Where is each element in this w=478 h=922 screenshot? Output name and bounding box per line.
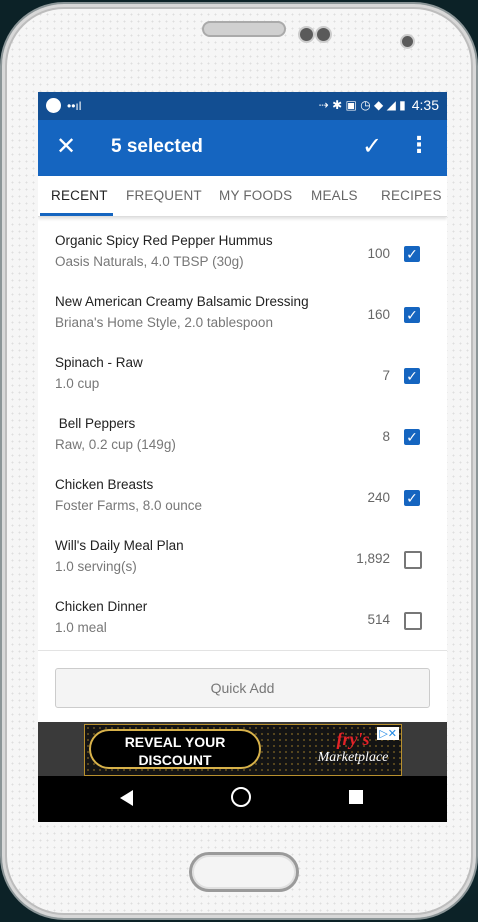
more-options-icon[interactable]: ⋮ xyxy=(408,132,430,158)
food-detail: 1.0 meal xyxy=(55,620,107,635)
food-name: New American Creamy Balsamic Dressing xyxy=(55,294,309,309)
food-name: Bell Peppers xyxy=(55,416,136,431)
food-row[interactable]: New American Creamy Balsamic Dressing Br… xyxy=(38,284,447,346)
food-row[interactable]: Bell Peppers Raw, 0.2 cup (149g) 8 ✓ xyxy=(38,406,447,468)
checkbox-unchecked[interactable] xyxy=(404,612,422,630)
food-detail: 1.0 serving(s) xyxy=(55,559,137,574)
checkbox-checked[interactable]: ✓ xyxy=(404,246,420,262)
tab-bar: RECENT FREQUENT MY FOODS MEALS RECIPES xyxy=(38,176,447,217)
signal-icon: ••ıl xyxy=(67,98,82,113)
food-row[interactable]: Organic Spicy Red Pepper Hummus Oasis Na… xyxy=(38,223,447,285)
food-row[interactable]: Chicken Breasts Foster Farms, 8.0 ounce … xyxy=(38,467,447,529)
food-calories: 240 xyxy=(367,490,390,505)
food-calories: 7 xyxy=(382,368,390,383)
food-name: Chicken Breasts xyxy=(55,477,154,492)
recent-apps-icon[interactable] xyxy=(349,790,363,804)
ad-banner-area: REVEAL YOUR DISCOUNT fry's Marketplace ▷… xyxy=(38,722,447,776)
food-row[interactable]: Chicken Dinner 1.0 meal 514 xyxy=(38,589,447,651)
checkbox-unchecked[interactable] xyxy=(404,551,422,569)
close-icon[interactable]: ✕ xyxy=(52,132,80,161)
food-detail: Oasis Naturals, 4.0 TBSP (30g) xyxy=(55,254,244,269)
food-name: Spinach - Raw xyxy=(55,355,143,370)
selection-count-title: 5 selected xyxy=(111,136,203,157)
screen: ••ıl ⇢ ✱ ▣ ◷ ◆ ◢ ▮ 4:35 ✕ 5 selected ✓ ⋮… xyxy=(38,92,447,822)
food-calories: 514 xyxy=(367,612,390,627)
food-name: Will's Daily Meal Plan xyxy=(55,538,184,553)
ad-line1: REVEAL YOUR xyxy=(124,734,226,750)
checkbox-checked[interactable]: ✓ xyxy=(404,368,420,384)
tab-frequent[interactable]: FREQUENT xyxy=(126,188,202,203)
sensor-dot xyxy=(298,26,315,43)
food-detail: Briana's Home Style, 2.0 tablespoon xyxy=(55,315,273,330)
food-calories: 160 xyxy=(367,307,390,322)
notification-icon xyxy=(46,98,61,113)
food-detail: 1.0 cup xyxy=(55,376,100,391)
ad-banner[interactable]: REVEAL YOUR DISCOUNT fry's Marketplace ▷… xyxy=(84,724,402,776)
confirm-check-icon[interactable]: ✓ xyxy=(362,132,382,161)
home-icon[interactable] xyxy=(231,787,251,807)
sensor-dot xyxy=(315,26,332,43)
checkbox-checked[interactable]: ✓ xyxy=(404,307,420,323)
ad-brand-sub: Marketplace xyxy=(317,750,389,765)
ad-choices-close-icon[interactable]: ▷✕ xyxy=(377,727,399,740)
checkbox-checked[interactable]: ✓ xyxy=(404,429,420,445)
clock: 4:35 xyxy=(411,97,439,113)
food-row[interactable]: Will's Daily Meal Plan 1.0 serving(s) 1,… xyxy=(38,528,447,590)
tab-recent[interactable]: RECENT xyxy=(51,188,108,203)
food-calories: 100 xyxy=(367,246,390,261)
hardware-home-button[interactable] xyxy=(189,852,299,892)
food-row[interactable]: Spinach - Raw 1.0 cup 7 ✓ xyxy=(38,345,447,407)
tab-recipes[interactable]: RECIPES xyxy=(381,188,442,203)
food-name: Organic Spicy Red Pepper Hummus xyxy=(55,233,273,248)
active-tab-indicator xyxy=(40,213,113,216)
food-name: Chicken Dinner xyxy=(55,599,148,614)
food-detail: Foster Farms, 8.0 ounce xyxy=(55,498,203,513)
status-bar: ••ıl ⇢ ✱ ▣ ◷ ◆ ◢ ▮ 4:35 xyxy=(38,92,447,120)
front-camera xyxy=(400,34,415,49)
android-nav-bar xyxy=(38,776,447,822)
quick-add-button[interactable]: Quick Add xyxy=(55,668,430,708)
checkbox-checked[interactable]: ✓ xyxy=(404,490,420,506)
food-detail: Raw, 0.2 cup (149g) xyxy=(55,437,176,452)
speaker-grille xyxy=(202,21,286,37)
food-calories: 1,892 xyxy=(356,551,390,566)
back-icon[interactable] xyxy=(120,790,133,806)
tab-my-foods[interactable]: MY FOODS xyxy=(219,188,292,203)
food-calories: 8 xyxy=(382,429,390,444)
tab-meals[interactable]: MEALS xyxy=(311,188,358,203)
ad-cta[interactable]: REVEAL YOUR DISCOUNT xyxy=(89,729,261,769)
ad-line2: DISCOUNT xyxy=(138,752,212,768)
status-icons: ⇢ ✱ ▣ ◷ ◆ ◢ ▮ xyxy=(318,98,406,112)
phone-frame: ••ıl ⇢ ✱ ▣ ◷ ◆ ◢ ▮ 4:35 ✕ 5 selected ✓ ⋮… xyxy=(2,4,476,918)
app-bar: ✕ 5 selected ✓ ⋮ xyxy=(38,120,447,176)
